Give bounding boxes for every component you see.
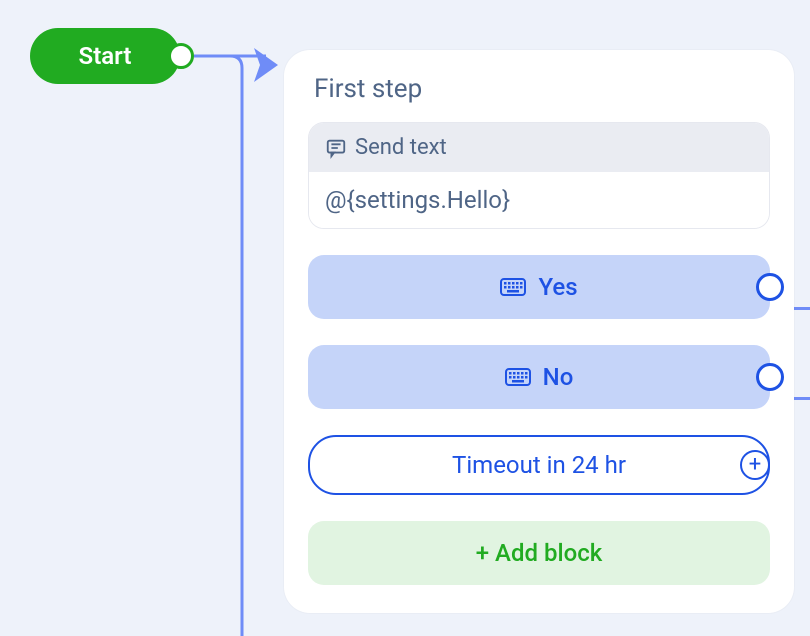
start-label: Start (79, 42, 132, 70)
send-text-value: @{settings.Hello} (309, 172, 769, 228)
add-port-icon[interactable]: + (740, 450, 770, 480)
add-block-label: + Add block (476, 539, 602, 567)
send-text-block[interactable]: Send text @{settings.Hello} (308, 122, 770, 229)
timeout-button[interactable]: Timeout in 24 hr + (308, 435, 770, 495)
start-node[interactable]: Start (30, 28, 180, 84)
send-text-header: Send text (309, 123, 769, 172)
no-output-port[interactable] (756, 363, 784, 391)
start-output-port[interactable] (168, 43, 194, 69)
step-title: First step (314, 74, 770, 104)
message-icon (325, 137, 347, 159)
keyboard-icon (505, 368, 531, 386)
timeout-label: Timeout in 24 hr (452, 451, 626, 479)
option-label: No (543, 363, 574, 391)
send-text-label: Send text (355, 135, 447, 160)
keyboard-icon (500, 278, 526, 296)
yes-output-port[interactable] (756, 273, 784, 301)
option-label: Yes (538, 273, 577, 301)
option-no-button[interactable]: No (308, 345, 770, 409)
option-yes-button[interactable]: Yes (308, 255, 770, 319)
step-card[interactable]: First step Send text @{settings.Hello} (284, 50, 794, 613)
add-block-button[interactable]: + Add block (308, 521, 770, 585)
